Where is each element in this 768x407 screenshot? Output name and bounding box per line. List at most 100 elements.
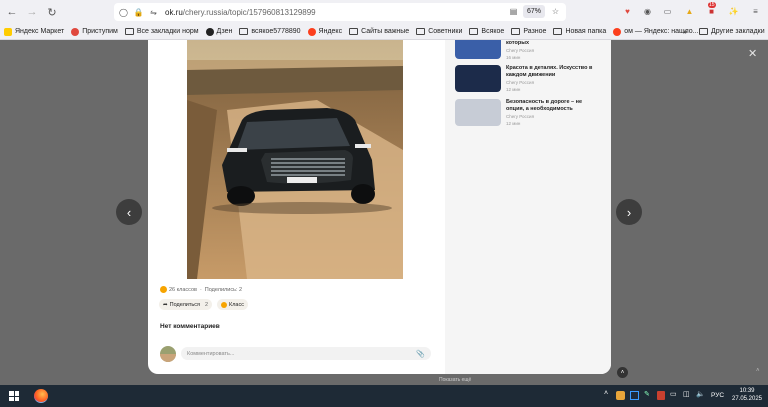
article-thumb: [455, 40, 501, 59]
folder-icon: [469, 28, 479, 35]
share-button[interactable]: ➦ Поделиться 2: [159, 299, 213, 310]
like-button[interactable]: Класс: [217, 299, 248, 310]
menu-icon[interactable]: ≡: [750, 6, 761, 17]
bookmark-2[interactable]: Все закладки норм: [124, 28, 199, 35]
share-button-label: Поделиться: [169, 301, 200, 308]
bookmark-1[interactable]: Приступим: [71, 27, 118, 36]
article-title: которых: [506, 40, 529, 46]
separator-dot: ·: [199, 286, 202, 293]
next-post-button[interactable]: ›: [616, 199, 642, 225]
address-bar[interactable]: ◯ 🔒 ⇋ ok.ru/chery.russia/topic/157960813…: [114, 3, 566, 21]
tools-icon[interactable]: ✨: [728, 6, 739, 17]
share-count: 2: [204, 301, 209, 308]
vpn-icon[interactable]: ▲: [684, 6, 695, 17]
overflow-chevron-icon[interactable]: »: [683, 27, 687, 36]
bookmark-10[interactable]: Новая папка: [553, 28, 606, 35]
start-button[interactable]: [9, 391, 19, 401]
bookmark-label: Дзен: [216, 28, 233, 35]
reload-button[interactable]: ↻: [42, 2, 62, 22]
bookmark-label: Новая папка: [565, 28, 607, 35]
folder-icon: [699, 28, 708, 35]
windows-taskbar: ˄ ✎ ▭ ◫ 🔈 РУС 10:39 27.05.2025: [0, 385, 768, 407]
comment-input[interactable]: Комментировать... 📎: [181, 347, 431, 360]
shield-icon[interactable]: ◯: [118, 7, 129, 18]
article-title: Безопасность в дороге – не опция, а необ…: [506, 99, 583, 112]
folder-icon: [124, 28, 134, 35]
bookmark-9[interactable]: Разное: [511, 28, 546, 35]
related-article-0[interactable]: которых Chery Россия 16 мин: [455, 40, 605, 60]
bookmark-6[interactable]: Сайты важные: [349, 28, 409, 35]
windows-logo-tile: [9, 396, 14, 401]
firefox-taskbar-icon[interactable]: [34, 389, 48, 403]
bookmark-3[interactable]: Дзен: [205, 27, 233, 36]
article-thumb: [455, 65, 501, 92]
bookmark-8[interactable]: Всякое: [469, 28, 504, 35]
back-button[interactable]: ←: [2, 2, 22, 22]
folder-icon: [416, 28, 426, 35]
scroll-top-button[interactable]: ˄: [617, 367, 628, 378]
tray-network-icon[interactable]: ◫: [683, 390, 690, 398]
extension-badge-count: 15: [708, 2, 716, 8]
footer-hint[interactable]: Показать ещё: [439, 377, 471, 383]
tray-app-icon[interactable]: [616, 391, 625, 400]
lock-icon[interactable]: 🔒: [133, 7, 144, 18]
other-bookmarks[interactable]: Другие закладки: [699, 28, 765, 35]
chevron-left-icon: ‹: [126, 204, 132, 220]
close-modal-icon[interactable]: ✕: [748, 47, 757, 60]
bookmark-label: всякое5778890: [251, 28, 301, 35]
pocket-icon[interactable]: ♥: [622, 6, 633, 17]
bookmark-label: Разное: [523, 28, 547, 35]
tray-overflow-icon[interactable]: ˄: [604, 390, 608, 397]
chevron-up-icon: ˄: [620, 369, 625, 376]
prev-post-button[interactable]: ‹: [116, 199, 142, 225]
folder-icon: [239, 28, 249, 35]
bookmark-4[interactable]: всякое5778890: [239, 28, 301, 35]
clock[interactable]: 10:39 27.05.2025: [730, 387, 764, 403]
language-indicator[interactable]: РУС: [711, 392, 724, 399]
tray-red-icon[interactable]: [657, 391, 665, 400]
bookmark-label: Сайты важные: [361, 28, 410, 35]
permissions-icon[interactable]: ⇋: [148, 7, 159, 18]
other-bookmarks-label: Другие закладки: [711, 28, 765, 35]
tray-capture-icon[interactable]: [630, 391, 639, 400]
likes-count: 26 классов: [169, 286, 197, 293]
likes-info[interactable]: 26 классов · Поделились: 2: [160, 286, 242, 293]
related-article-2[interactable]: Безопасность в дороге – не опция, а необ…: [455, 99, 605, 127]
post-photo[interactable]: [187, 40, 403, 279]
bookmark-label: Яндекс Маркет: [15, 28, 65, 35]
chevron-right-icon: ›: [626, 204, 632, 220]
no-comments-heading: Нет комментариев: [160, 323, 220, 330]
attach-icon[interactable]: 📎: [416, 350, 425, 358]
yandex-market-icon: [4, 27, 12, 36]
folder-icon: [349, 28, 359, 35]
article-source: Chery Россия: [506, 114, 535, 119]
zoom-indicator[interactable]: 67%: [523, 5, 546, 18]
prist-icon: [71, 27, 80, 36]
account-icon[interactable]: ◉: [642, 6, 653, 17]
url-domain: ok.ru: [165, 7, 183, 17]
commenter-avatar: [160, 346, 176, 362]
bookmark-0[interactable]: Яндекс Маркет: [4, 27, 65, 36]
klass-icon: [221, 301, 227, 308]
forward-button[interactable]: →: [22, 2, 42, 22]
car-photo-image: [187, 40, 403, 279]
bookmark-7[interactable]: Советники: [416, 28, 462, 35]
reader-view-icon[interactable]: ▤: [508, 6, 519, 17]
article-time: 12 мин: [506, 121, 521, 126]
shares-count: Поделились: 2: [204, 286, 243, 293]
bookmark-star-icon[interactable]: ☆: [550, 6, 561, 17]
folder-icon: [553, 28, 563, 35]
like-emoji-icon: [160, 286, 167, 293]
bookmark-label: Всякое: [481, 28, 505, 35]
related-article-1[interactable]: Красота в деталях. Искусство в каждом дв…: [455, 65, 605, 93]
article-title: Красота в деталях. Искусство в каждом дв…: [506, 65, 593, 78]
url-text[interactable]: ok.ru/chery.russia/topic/157960813129899: [165, 8, 316, 17]
tray-volume-icon[interactable]: 🔈: [696, 390, 705, 398]
tray-pen-icon[interactable]: ✎: [644, 390, 650, 398]
tray-display-icon[interactable]: ▭: [670, 390, 677, 398]
comment-placeholder: Комментировать...: [187, 350, 235, 357]
bookmark-5[interactable]: Яндекс: [307, 27, 342, 36]
clock-time: 10:39: [739, 388, 755, 394]
share-icon: ➦: [163, 301, 168, 308]
firefox-view-icon[interactable]: ▭: [662, 6, 673, 17]
